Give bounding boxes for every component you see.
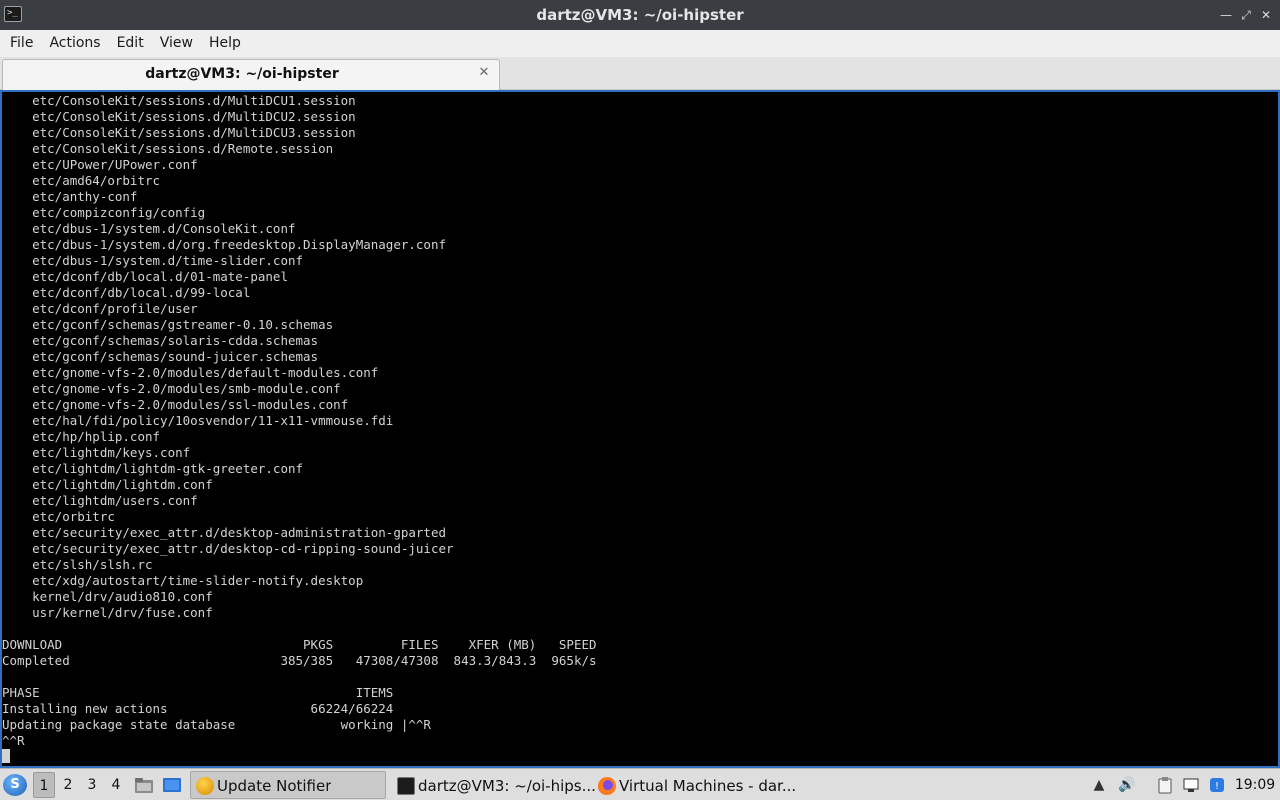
terminal-line: etc/security/exec_attr.d/desktop-adminis…	[2, 525, 447, 540]
terminal-line: etc/dconf/db/local.d/01-mate-panel	[2, 269, 288, 284]
desktop-1-button[interactable]: 1	[33, 772, 55, 798]
terminal-line: etc/security/exec_attr.d/desktop-cd-ripp…	[2, 541, 454, 556]
start-menu-icon[interactable]: S	[3, 774, 27, 796]
terminal-line: etc/xdg/autostart/time-slider-notify.des…	[2, 573, 364, 588]
terminal-line: etc/lightdm/users.conf	[2, 493, 198, 508]
terminal-line: etc/hal/fdi/policy/10osvendor/11-x11-vmm…	[2, 413, 394, 428]
terminal-line: Installing new actions 66224/66224	[2, 701, 394, 716]
terminal-line: etc/lightdm/lightdm.conf	[2, 477, 213, 492]
terminal-line: etc/ConsoleKit/sessions.d/Remote.session	[2, 141, 334, 156]
terminal-line: etc/compizconfig/config	[2, 205, 206, 220]
terminal-line: etc/UPower/UPower.conf	[2, 157, 198, 172]
terminal-line: kernel/drv/audio810.conf	[2, 589, 213, 604]
terminal-lines: etc/ConsoleKit/sessions.d/MultiDCU1.sess…	[2, 93, 597, 765]
terminal-line: Completed 385/385 47308/47308 843.3/843.…	[2, 653, 597, 668]
desktop-3-button[interactable]: 3	[81, 772, 103, 798]
terminal-line: etc/gnome-vfs-2.0/modules/ssl-modules.co…	[2, 397, 349, 412]
network-icon[interactable]	[1182, 776, 1200, 794]
terminal-line: etc/anthy-conf	[2, 189, 138, 204]
terminal-line: etc/dbus-1/system.d/ConsoleKit.conf	[2, 221, 296, 236]
terminal-line: etc/dbus-1/system.d/time-slider.conf	[2, 253, 304, 268]
terminal-line: usr/kernel/drv/fuse.conf	[2, 605, 213, 620]
terminal-line: etc/gconf/schemas/sound-juicer.schemas	[2, 349, 319, 364]
window-title: dartz@VM3: ~/oi-hipster	[536, 6, 744, 24]
terminal-line: etc/gnome-vfs-2.0/modules/smb-module.con…	[2, 381, 341, 396]
terminal-line: etc/amd64/orbitrc	[2, 173, 161, 188]
window-titlebar[interactable]: >_ dartz@VM3: ~/oi-hipster — ⤢ ✕	[0, 0, 1280, 30]
task-firefox[interactable]: Virtual Machines - dar...	[592, 771, 796, 799]
tab-terminal[interactable]: dartz@VM3: ~/oi-hipster ✕	[2, 59, 500, 90]
menu-actions[interactable]: Actions	[41, 30, 108, 57]
clock[interactable]: 19:09	[1230, 769, 1280, 800]
close-button[interactable]: ✕	[1258, 7, 1274, 23]
file-manager-icon[interactable]	[134, 776, 154, 794]
terminal-line: ^^R	[2, 733, 25, 748]
terminal-line: etc/ConsoleKit/sessions.d/MultiDCU1.sess…	[2, 93, 356, 108]
desktop-4-button[interactable]: 4	[105, 772, 127, 798]
close-tab-icon[interactable]: ✕	[477, 66, 491, 80]
terminal-line: etc/lightdm/keys.conf	[2, 445, 191, 460]
task-label: Virtual Machines - dar...	[619, 777, 797, 795]
update-notifier-icon	[196, 777, 214, 795]
terminal-line: PHASE ITEMS	[2, 685, 394, 700]
terminal-line: etc/lightdm/lightdm-gtk-greeter.conf	[2, 461, 304, 476]
tray-arrow-icon[interactable]: ▲	[1090, 776, 1108, 794]
tab-bar: dartz@VM3: ~/oi-hipster ✕	[0, 57, 1280, 90]
terminal-icon	[397, 777, 415, 795]
terminal-line: etc/gnome-vfs-2.0/modules/default-module…	[2, 365, 379, 380]
terminal-cursor-line	[2, 749, 597, 765]
terminal-line: etc/slsh/slsh.rc	[2, 557, 153, 572]
clipboard-icon[interactable]	[1156, 776, 1174, 794]
terminal-line: etc/hp/hplip.conf	[2, 429, 161, 444]
terminal-line: etc/dbus-1/system.d/org.freedesktop.Disp…	[2, 237, 447, 252]
show-desktop-icon[interactable]	[162, 776, 182, 794]
terminal-line: Updating package state database working …	[2, 717, 431, 732]
menu-help[interactable]: Help	[201, 30, 249, 57]
terminal-line: etc/gconf/schemas/solaris-cdda.schemas	[2, 333, 319, 348]
task-terminal[interactable]: dartz@VM3: ~/oi-hips...	[391, 771, 596, 799]
menu-view[interactable]: View	[152, 30, 201, 57]
menu-edit[interactable]: Edit	[109, 30, 152, 57]
firefox-icon	[598, 777, 616, 795]
svg-text:!: !	[1215, 781, 1219, 792]
bluetooth-icon[interactable]: !	[1208, 776, 1226, 794]
terminal-line: etc/ConsoleKit/sessions.d/MultiDCU3.sess…	[2, 125, 356, 140]
taskbar: S 1 2 3 4 Update Notifier dartz@VM3: ~/o…	[0, 768, 1280, 800]
terminal-line: DOWNLOAD PKGS FILES XFER (MB) SPEED	[2, 637, 597, 652]
tab-label: dartz@VM3: ~/oi-hipster	[145, 66, 339, 82]
terminal-line: etc/dconf/profile/user	[2, 301, 198, 316]
terminal-cursor	[2, 749, 10, 763]
menubar: File Actions Edit View Help	[0, 30, 1280, 57]
terminal-line: etc/gconf/schemas/gstreamer-0.10.schemas	[2, 317, 334, 332]
desktop-2-button[interactable]: 2	[57, 772, 79, 798]
terminal-line: etc/orbitrc	[2, 509, 115, 524]
minimize-button[interactable]: —	[1218, 7, 1234, 23]
task-label: Update Notifier	[217, 777, 332, 795]
maximize-button[interactable]: ⤢	[1238, 7, 1254, 23]
terminal-line: etc/dconf/db/local.d/99-local	[2, 285, 251, 300]
task-label: dartz@VM3: ~/oi-hips...	[418, 777, 596, 795]
terminal-output[interactable]: etc/ConsoleKit/sessions.d/MultiDCU1.sess…	[0, 90, 1280, 768]
menu-file[interactable]: File	[2, 30, 41, 57]
terminal-line: etc/ConsoleKit/sessions.d/MultiDCU2.sess…	[2, 109, 356, 124]
task-update-notifier[interactable]: Update Notifier	[190, 771, 386, 799]
volume-icon[interactable]: 🔊	[1118, 776, 1136, 794]
